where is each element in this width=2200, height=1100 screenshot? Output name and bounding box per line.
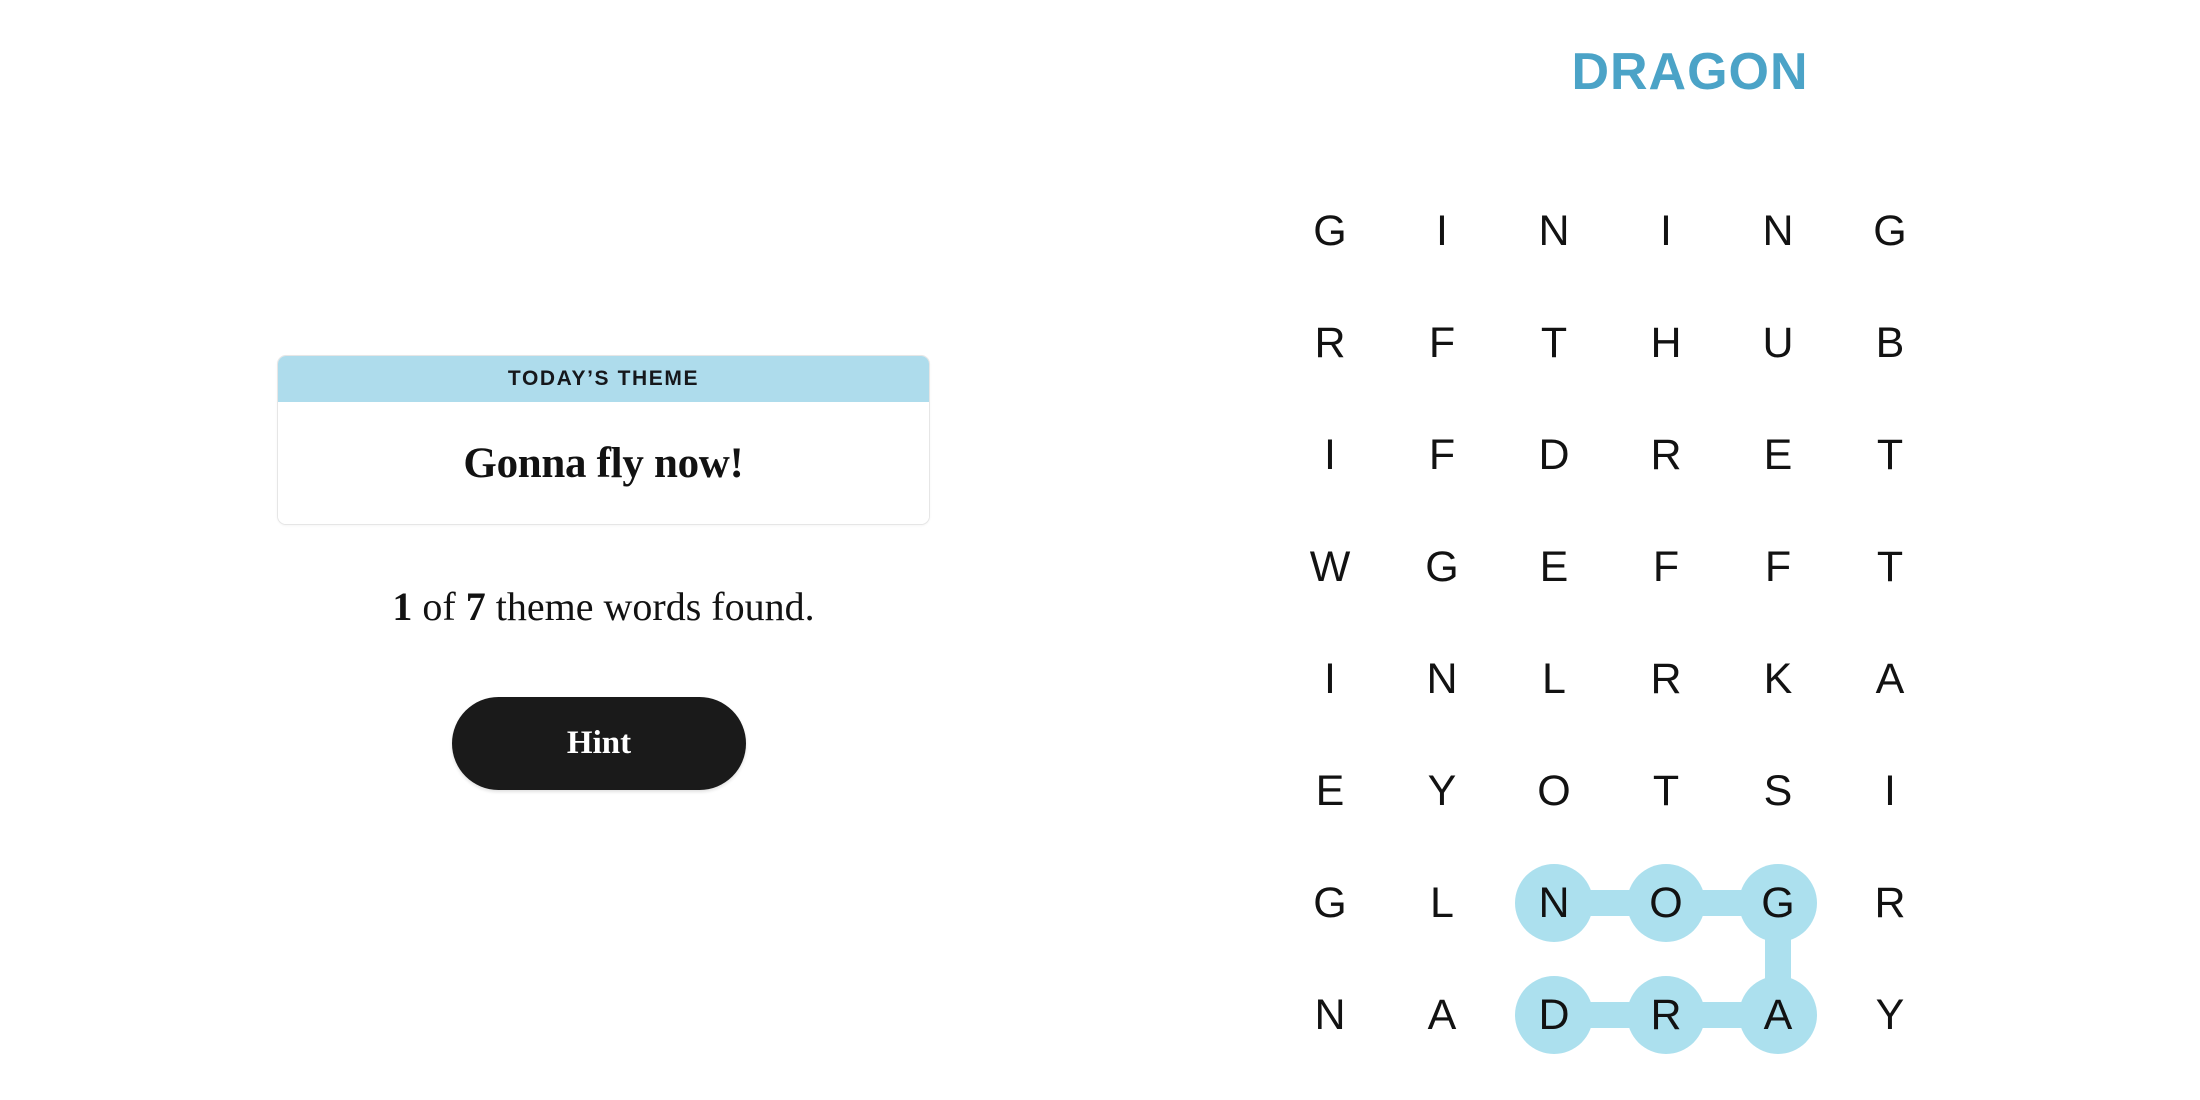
letter-cell-r1-c0[interactable]: R bbox=[1274, 287, 1386, 399]
theme-card-header-label: TODAY’S THEME bbox=[507, 367, 700, 390]
letter-cell-r7-c0[interactable]: N bbox=[1274, 959, 1386, 1071]
letter-cell-r7-c3[interactable]: R bbox=[1610, 959, 1722, 1071]
todays-theme-card: TODAY’S THEME Gonna fly now! bbox=[277, 355, 930, 525]
letter-cell-r1-c3[interactable]: H bbox=[1610, 287, 1722, 399]
letter-cell-r0-c5[interactable]: G bbox=[1834, 175, 1946, 287]
letter-cell-r2-c2[interactable]: D bbox=[1498, 399, 1610, 511]
progress-suffix: theme words found. bbox=[495, 584, 815, 629]
letter-cell-r5-c5[interactable]: I bbox=[1834, 735, 1946, 847]
letter-cell-r0-c0[interactable]: G bbox=[1274, 175, 1386, 287]
letter-cell-r1-c2[interactable]: T bbox=[1498, 287, 1610, 399]
letter-grid-cells[interactable]: GININGRFTHUBIFDRETWGEFFTINLRKAEYOTSIGLNO… bbox=[1274, 175, 1946, 1071]
strands-puzzle-page: TODAY’S THEME Gonna fly now! 1 of 7 them… bbox=[0, 0, 2200, 1100]
theme-card-header: TODAY’S THEME bbox=[278, 356, 929, 402]
letter-cell-r4-c5[interactable]: A bbox=[1834, 623, 1946, 735]
letter-cell-r3-c3[interactable]: F bbox=[1610, 511, 1722, 623]
progress-of-label: of bbox=[422, 584, 456, 629]
letter-cell-r3-c5[interactable]: T bbox=[1834, 511, 1946, 623]
theme-card-body: Gonna fly now! bbox=[278, 402, 929, 524]
letter-cell-r1-c4[interactable]: U bbox=[1722, 287, 1834, 399]
letter-cell-r5-c4[interactable]: S bbox=[1722, 735, 1834, 847]
letter-cell-r5-c1[interactable]: Y bbox=[1386, 735, 1498, 847]
letter-cell-r6-c2[interactable]: N bbox=[1498, 847, 1610, 959]
letter-cell-r6-c1[interactable]: L bbox=[1386, 847, 1498, 959]
theme-title: Gonna fly now! bbox=[463, 439, 744, 487]
letter-cell-r6-c4[interactable]: G bbox=[1722, 847, 1834, 959]
letter-cell-r6-c0[interactable]: G bbox=[1274, 847, 1386, 959]
letter-cell-r0-c4[interactable]: N bbox=[1722, 175, 1834, 287]
letter-cell-r4-c2[interactable]: L bbox=[1498, 623, 1610, 735]
info-panel: TODAY’S THEME Gonna fly now! 1 of 7 them… bbox=[0, 0, 1180, 1100]
total-count: 7 bbox=[465, 584, 486, 629]
letter-cell-r3-c2[interactable]: E bbox=[1498, 511, 1610, 623]
letter-cell-r1-c1[interactable]: F bbox=[1386, 287, 1498, 399]
puzzle-title: DRAGON bbox=[1571, 43, 1809, 101]
letter-cell-r2-c5[interactable]: T bbox=[1834, 399, 1946, 511]
letter-cell-r4-c3[interactable]: R bbox=[1610, 623, 1722, 735]
letter-cell-r2-c1[interactable]: F bbox=[1386, 399, 1498, 511]
letter-cell-r7-c4[interactable]: A bbox=[1722, 959, 1834, 1071]
letter-cell-r3-c0[interactable]: W bbox=[1274, 511, 1386, 623]
letter-cell-r3-c1[interactable]: G bbox=[1386, 511, 1498, 623]
letter-cell-r2-c0[interactable]: I bbox=[1274, 399, 1386, 511]
letter-cell-r7-c5[interactable]: Y bbox=[1834, 959, 1946, 1071]
letter-cell-r1-c5[interactable]: B bbox=[1834, 287, 1946, 399]
letter-grid[interactable]: GININGRFTHUBIFDRETWGEFFTINLRKAEYOTSIGLNO… bbox=[1274, 175, 1946, 1071]
letter-cell-r0-c1[interactable]: I bbox=[1386, 175, 1498, 287]
letter-cell-r2-c4[interactable]: E bbox=[1722, 399, 1834, 511]
letter-cell-r4-c4[interactable]: K bbox=[1722, 623, 1834, 735]
hint-button[interactable]: Hint bbox=[452, 697, 746, 790]
letter-cell-r0-c2[interactable]: N bbox=[1498, 175, 1610, 287]
letter-cell-r6-c5[interactable]: R bbox=[1834, 847, 1946, 959]
letter-cell-r4-c0[interactable]: I bbox=[1274, 623, 1386, 735]
letter-cell-r0-c3[interactable]: I bbox=[1610, 175, 1722, 287]
letter-cell-r4-c1[interactable]: N bbox=[1386, 623, 1498, 735]
letter-cell-r2-c3[interactable]: R bbox=[1610, 399, 1722, 511]
puzzle-panel: DRAGON GININGRFTHUBIFDRETWGEFFTINLRKAEYO… bbox=[1180, 0, 2200, 1100]
progress-status: 1 of 7 theme words found. bbox=[277, 583, 930, 630]
hint-button-label: Hint bbox=[566, 725, 632, 761]
letter-cell-r5-c2[interactable]: O bbox=[1498, 735, 1610, 847]
letter-cell-r6-c3[interactable]: O bbox=[1610, 847, 1722, 959]
letter-cell-r7-c1[interactable]: A bbox=[1386, 959, 1498, 1071]
found-count: 1 bbox=[392, 584, 413, 629]
letter-cell-r3-c4[interactable]: F bbox=[1722, 511, 1834, 623]
letter-cell-r7-c2[interactable]: D bbox=[1498, 959, 1610, 1071]
letter-cell-r5-c0[interactable]: E bbox=[1274, 735, 1386, 847]
letter-cell-r5-c3[interactable]: T bbox=[1610, 735, 1722, 847]
